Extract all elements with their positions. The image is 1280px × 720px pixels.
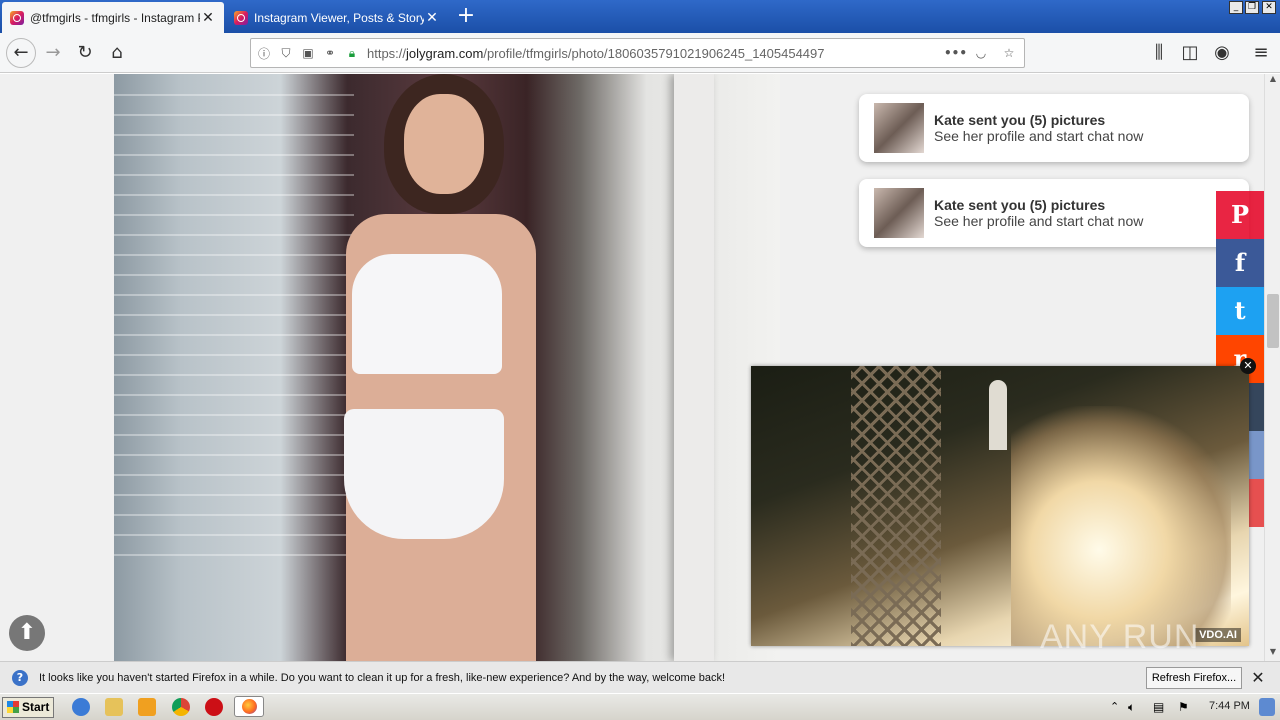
tab-title: @tfmgirls - tfmgirls - Instagram Po (30, 10, 200, 25)
url-bar[interactable]: ⓘ ⛉ ▣ ⚭ 🔒︎ https://jolygram.com/profile/… (250, 38, 1025, 68)
tracking-shield-icon[interactable]: ⛉ (277, 46, 295, 61)
scrollbar-thumb[interactable] (1267, 294, 1279, 348)
video-close-button[interactable]: ✕ (1240, 358, 1256, 374)
media-player-icon[interactable] (138, 698, 156, 716)
permissions-icon[interactable]: ▣ (299, 46, 317, 60)
scroll-up-arrow-icon[interactable]: ▲ (1265, 74, 1280, 88)
facebook-share-button[interactable]: f (1216, 239, 1264, 287)
close-window-button[interactable]: ✕ (1262, 1, 1276, 14)
notification-thumbnail (874, 188, 924, 238)
back-button[interactable]: ← (6, 38, 36, 68)
link-icon[interactable]: ⚭ (321, 46, 339, 60)
home-button[interactable]: ⌂ (104, 40, 130, 66)
library-icon[interactable]: ⫼ (1146, 40, 1172, 66)
lock-icon[interactable]: 🔒︎ (343, 46, 361, 61)
pinterest-icon: P (1230, 200, 1250, 229)
account-icon[interactable]: ◉ (1209, 40, 1235, 66)
watermark-text: ANY RUN (1040, 618, 1200, 656)
scroll-down-arrow-icon[interactable]: ▼ (1265, 647, 1280, 661)
minimize-button[interactable]: _ (1229, 1, 1243, 14)
reload-button[interactable]: ↻ (72, 40, 98, 66)
url-text[interactable]: https://jolygram.com/profile/tfmgirls/ph… (367, 46, 940, 61)
show-desktop-icon[interactable] (1259, 698, 1275, 716)
new-tab-button[interactable]: + (452, 4, 480, 30)
restore-button[interactable]: ❐ (1245, 1, 1259, 14)
close-tab-icon[interactable]: ✕ (424, 10, 440, 26)
volume-icon[interactable]: 🔈︎ (1128, 698, 1142, 716)
bookmark-star-icon[interactable]: ☆ (1000, 46, 1018, 60)
vertical-scrollbar[interactable]: ▲ ▼ (1264, 74, 1280, 661)
notification-subtitle: See her profile and start chat now (934, 128, 1144, 144)
firefox-icon (241, 699, 257, 714)
notification-message: It looks like you haven't started Firefo… (39, 671, 726, 684)
tray-expand-icon[interactable]: ⌃ (1110, 698, 1122, 716)
chrome-icon[interactable] (172, 698, 190, 716)
page-content: Kate sent you (5) pictures See her profi… (0, 74, 1264, 661)
notification-popup[interactable]: Kate sent you (5) pictures See her profi… (859, 179, 1249, 247)
video-brand-label: VDO.AI (1195, 628, 1241, 642)
close-tab-icon[interactable]: ✕ (200, 10, 216, 26)
menu-icon[interactable]: ≡ (1248, 40, 1274, 66)
start-button[interactable]: Start (2, 697, 54, 718)
notification-popup[interactable]: Kate sent you (5) pictures See her profi… (859, 94, 1249, 162)
video-frame (851, 366, 941, 646)
forward-button[interactable]: → (40, 40, 66, 66)
opera-icon[interactable] (205, 698, 223, 716)
notification-title: Kate sent you (5) pictures (934, 197, 1106, 213)
pocket-icon[interactable]: ◡ (972, 46, 990, 60)
network-icon[interactable]: ▤ (1153, 698, 1167, 716)
instagram-icon (234, 10, 248, 25)
firefox-notification-bar: ? It looks like you haven't started Fire… (0, 661, 1280, 693)
notification-thumbnail (874, 103, 924, 153)
folder-icon[interactable] (105, 698, 123, 716)
taskbar: Start ⌃ 🔈︎ ▤ ⚑ 7:44 PM (0, 693, 1280, 720)
close-icon[interactable]: ✕ (1250, 668, 1266, 687)
sidebar-icon[interactable]: ◫ (1177, 40, 1203, 66)
tab-bar: @tfmgirls - tfmgirls - Instagram Po ✕ In… (0, 0, 1280, 33)
navigation-toolbar: ← → ↻ ⌂ ⓘ ⛉ ▣ ⚭ 🔒︎ https://jolygram.com/… (0, 33, 1280, 73)
tab-tfmgirls[interactable]: @tfmgirls - tfmgirls - Instagram Po ✕ (2, 2, 224, 33)
info-icon[interactable]: ⓘ (255, 45, 273, 62)
instagram-photo[interactable] (114, 74, 780, 661)
facebook-icon: f (1234, 248, 1246, 277)
scroll-to-top-button[interactable]: ⬆ (9, 615, 45, 651)
instagram-icon (10, 10, 24, 25)
video-ad-player[interactable]: VDO.AI (751, 366, 1249, 646)
firefox-taskbar-button[interactable] (234, 696, 264, 717)
tab-instagram-viewer[interactable]: Instagram Viewer, Posts & Story ✕ (226, 2, 448, 33)
tab-title: Instagram Viewer, Posts & Story (254, 10, 424, 25)
pinterest-share-button[interactable]: P (1216, 191, 1264, 239)
notification-subtitle: See her profile and start chat now (934, 213, 1144, 229)
internet-explorer-icon[interactable] (72, 698, 90, 716)
system-clock[interactable]: 7:44 PM (1209, 700, 1250, 712)
twitter-icon: t (1234, 296, 1246, 325)
notification-title: Kate sent you (5) pictures (934, 112, 1106, 128)
page-actions-icon[interactable]: ••• (944, 46, 967, 60)
twitter-share-button[interactable]: t (1216, 287, 1264, 335)
windows-logo-icon (7, 701, 19, 713)
action-center-flag-icon[interactable]: ⚑ (1178, 698, 1192, 716)
refresh-firefox-button[interactable]: Refresh Firefox... (1146, 667, 1242, 689)
question-icon: ? (12, 669, 28, 686)
